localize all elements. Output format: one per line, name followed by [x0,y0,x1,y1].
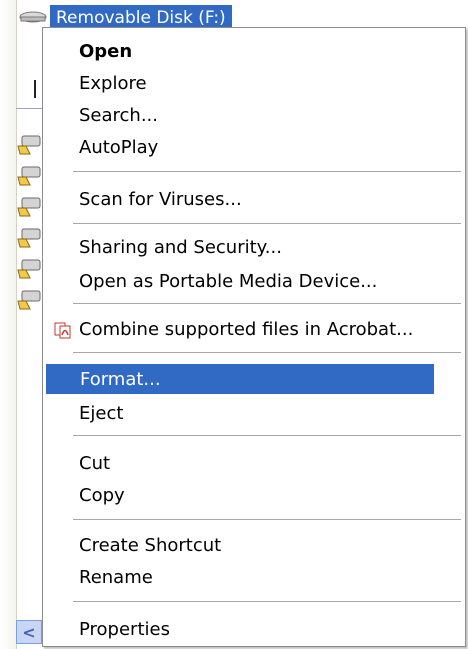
menu-item-rename[interactable]: Rename [45,562,463,592]
menu-separator [73,435,461,436]
menu-item-copy[interactable]: Copy [45,480,463,510]
menu-item-label: Create Shortcut [79,534,222,556]
menu-item-explore[interactable]: Explore [45,68,463,98]
menu-item-create-shortcut[interactable]: Create Shortcut [45,530,463,560]
menu-item-label: Rename [79,566,153,588]
menu-separator [73,303,461,304]
menu-item-sharing-and-security[interactable]: Sharing and Security... [45,232,463,262]
shared-drive-icon[interactable] [16,287,44,313]
menu-item-scan-for-viruses[interactable]: Scan for Viruses... [45,184,463,214]
pane-divider [16,108,44,109]
menu-item-label: AutoPlay [79,136,159,158]
menu-item-label: Open as Portable Media Device... [79,270,378,292]
menu-separator [73,171,461,172]
shared-drive-icon[interactable] [16,225,44,251]
menu-item-combine-in-acrobat[interactable]: Combine supported files in Acrobat... [45,314,463,344]
menu-item-label: Scan for Viruses... [79,188,242,210]
menu-item-label: Sharing and Security... [79,236,282,258]
menu-item-label: Combine supported files in Acrobat... [79,318,414,340]
menu-item-label: Properties [79,618,170,640]
menu-item-label: Copy [79,484,125,506]
menu-separator [73,352,461,353]
menu-item-label: Format... [80,368,161,390]
menu-item-cut[interactable]: Cut [45,448,463,478]
menu-separator [73,519,461,520]
menu-item-label: Eject [79,402,124,424]
menu-item-label: Search... [79,104,159,126]
menu-separator [73,223,461,224]
menu-item-open-as-portable-media[interactable]: Open as Portable Media Device... [45,266,463,296]
removable-drive-icon [19,11,47,23]
menu-item-eject[interactable]: Eject [45,398,463,428]
shared-drive-icon[interactable] [16,163,44,189]
menu-item-properties[interactable]: Properties [45,614,463,644]
menu-item-autoplay[interactable]: AutoPlay [45,132,463,162]
menu-item-label: Open [79,40,133,62]
tree-line [34,80,36,98]
menu-separator [73,601,461,602]
scroll-left-button[interactable]: < [16,620,42,644]
menu-item-open[interactable]: Open [45,36,463,66]
scroll-left-arrow-icon: < [22,622,36,642]
acrobat-icon [54,322,71,339]
shared-drive-icon[interactable] [16,256,44,282]
menu-item-label: Cut [79,452,111,474]
shared-drive-icon[interactable] [16,132,44,158]
shared-drive-icon[interactable] [16,194,44,220]
menu-item-label: Explore [79,72,147,94]
menu-item-search[interactable]: Search... [45,100,463,130]
menu-item-format[interactable]: Format... [46,364,434,394]
context-menu: Open Explore Search... AutoPlay Scan for… [42,27,466,647]
left-pane-strip [0,0,17,649]
